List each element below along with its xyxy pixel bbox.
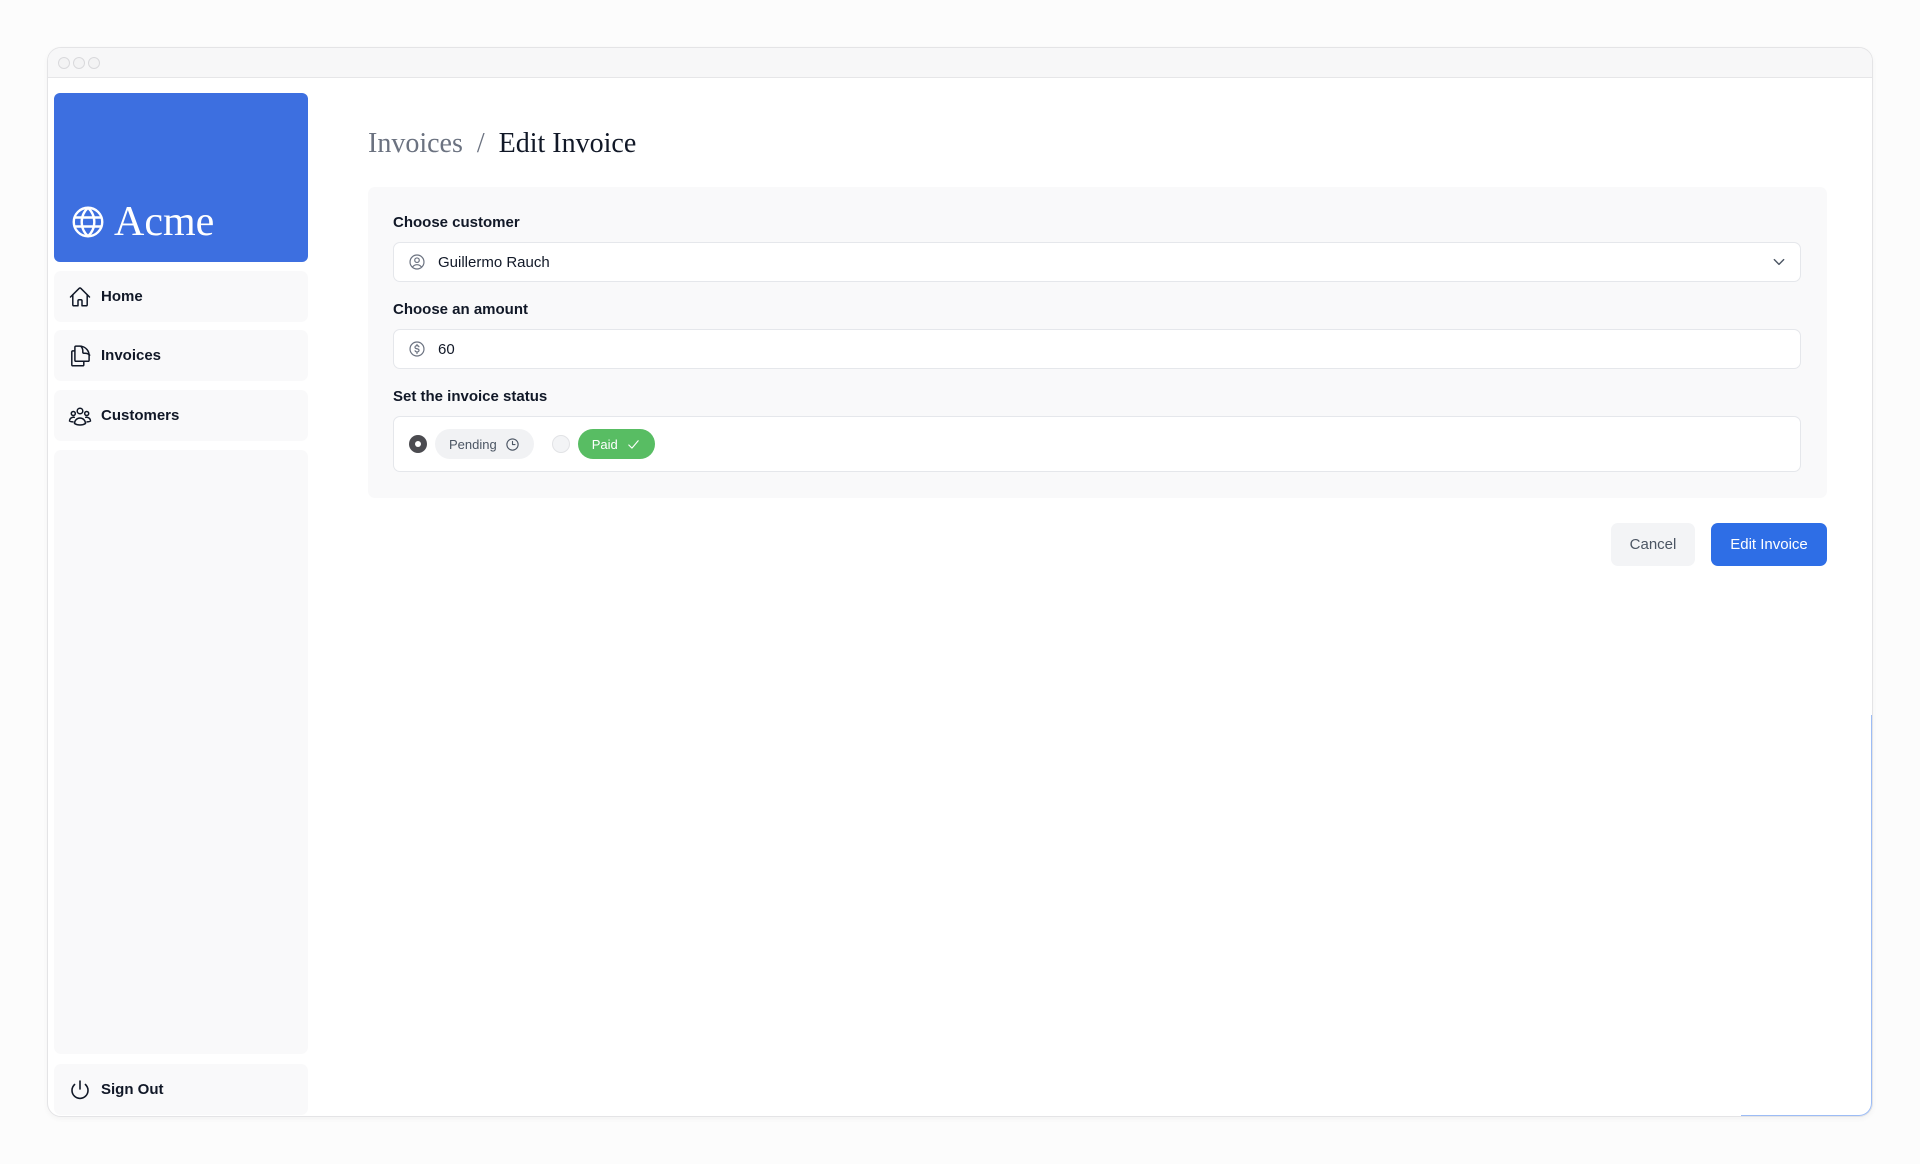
user-group-icon — [68, 406, 92, 426]
brand-name: Acme — [114, 199, 215, 245]
customer-selected-value: Guillermo Rauch — [438, 253, 550, 271]
window-close-button[interactable] — [58, 57, 70, 69]
breadcrumb: Invoices / Edit Invoice — [368, 128, 636, 160]
breadcrumb-invoices-link[interactable]: Invoices — [368, 128, 463, 160]
edit-invoice-form: Choose customer Guillermo Rauch Choose a… — [368, 187, 1827, 498]
sidebar-item-customers[interactable]: Customers — [54, 390, 308, 441]
sidebar-item-label: Invoices — [101, 347, 162, 364]
sidebar-item-label: Home — [101, 288, 143, 305]
cancel-button[interactable]: Cancel — [1611, 523, 1695, 566]
document-duplicate-icon — [71, 344, 91, 367]
status-pending-option[interactable]: Pending — [435, 429, 534, 459]
edit-invoice-submit-button[interactable]: Edit Invoice — [1711, 523, 1827, 566]
sign-out-label: Sign Out — [101, 1081, 164, 1098]
sidebar-item-invoices[interactable]: Invoices — [54, 330, 308, 381]
status-pending-label: Pending — [449, 436, 497, 452]
browser-window: Acme Home Invoices Customers Sign Out In… — [47, 47, 1873, 1117]
sign-out-button[interactable]: Sign Out — [54, 1064, 308, 1115]
clock-icon — [506, 437, 519, 451]
amount-value: 60 — [438, 340, 455, 358]
breadcrumb-separator: / — [476, 128, 485, 159]
status-pending-radio[interactable] — [409, 435, 427, 453]
window-titlebar — [48, 48, 1872, 78]
sidebar-spacer — [54, 450, 308, 1054]
status-paid-radio[interactable] — [551, 435, 570, 453]
customer-select[interactable]: Guillermo Rauch — [393, 242, 1801, 282]
home-icon — [69, 286, 91, 307]
sidebar-item-home[interactable]: Home — [54, 271, 308, 322]
breadcrumb-current-page: Edit Invoice — [498, 128, 637, 159]
status-paid-label: Paid — [591, 436, 618, 452]
status-label: Set the invoice status — [393, 388, 548, 405]
sidebar-item-label: Customers — [101, 407, 180, 424]
amount-input[interactable]: 60 — [393, 329, 1801, 369]
check-icon — [628, 439, 639, 449]
chevron-down-icon[interactable] — [1772, 255, 1786, 269]
power-icon — [71, 1079, 89, 1099]
brand-logo[interactable]: Acme — [54, 93, 308, 262]
status-radio-group: Pending Paid — [393, 416, 1801, 472]
currency-dollar-icon — [409, 341, 425, 357]
window-minimize-button[interactable] — [73, 57, 85, 69]
globe-icon — [72, 206, 104, 238]
customer-label: Choose customer — [393, 214, 520, 231]
user-circle-icon — [409, 254, 425, 270]
window-maximize-button[interactable] — [88, 57, 100, 69]
status-paid-option[interactable]: Paid — [577, 429, 655, 459]
amount-label: Choose an amount — [393, 301, 529, 318]
